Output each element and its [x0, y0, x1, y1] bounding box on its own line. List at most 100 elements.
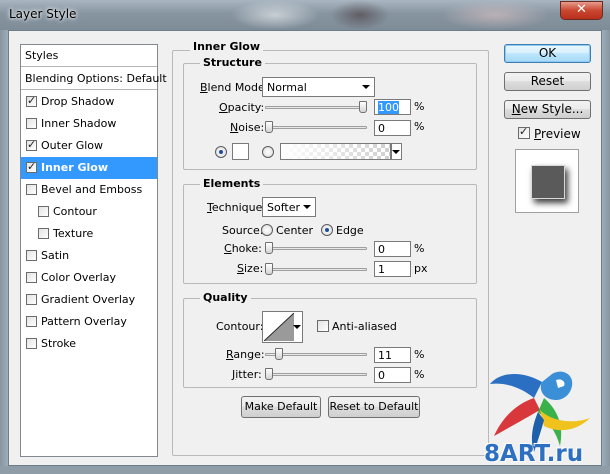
- style-item-label: Gradient Overlay: [41, 293, 136, 306]
- gradient-picker[interactable]: [280, 143, 391, 160]
- opacity-percent: %: [414, 100, 425, 113]
- size-slider-track[interactable]: [265, 268, 367, 271]
- elements-title: Elements: [200, 177, 264, 190]
- style-item-label: Texture: [53, 227, 94, 240]
- opacity-field[interactable]: 100: [374, 99, 411, 115]
- checkmark-icon: ✓: [27, 138, 37, 151]
- choke-slider-handle[interactable]: [265, 242, 273, 254]
- style-item-checkbox[interactable]: ✓: [26, 94, 37, 107]
- choke-field[interactable]: 0: [374, 241, 411, 257]
- style-item-gradient-overlay[interactable]: Gradient Overlay: [21, 289, 157, 311]
- styles-header-label: Styles: [25, 49, 59, 62]
- opacity-slider-handle[interactable]: [359, 101, 367, 113]
- anti-aliased-label[interactable]: Anti-aliased: [332, 320, 397, 333]
- reset-to-default-button[interactable]: Reset to Default: [328, 396, 420, 418]
- chevron-down-icon: [392, 150, 400, 154]
- reset-button[interactable]: Reset: [504, 72, 591, 91]
- style-item-stroke[interactable]: Stroke: [21, 333, 157, 355]
- range-slider-handle[interactable]: [275, 348, 284, 360]
- style-item-texture[interactable]: Texture: [21, 223, 157, 245]
- style-item-drop-shadow[interactable]: ✓ Drop Shadow: [21, 91, 157, 113]
- style-item-checkbox[interactable]: [26, 316, 37, 327]
- range-field[interactable]: 11: [374, 347, 411, 363]
- contour-label: Contour:: [216, 320, 264, 333]
- blend-mode-value: Normal: [267, 81, 307, 94]
- checkmark-icon: ✓: [27, 94, 37, 107]
- window-frame-left: [0, 30, 8, 474]
- style-item-inner-shadow[interactable]: Inner Shadow: [21, 113, 157, 135]
- solid-color-radio[interactable]: [215, 146, 227, 158]
- style-item-checkbox[interactable]: ✓: [26, 138, 37, 151]
- choke-slider-track[interactable]: [265, 247, 367, 250]
- style-item-label: Stroke: [41, 337, 77, 350]
- style-item-satin[interactable]: Satin: [21, 245, 157, 267]
- jitter-slider-handle[interactable]: [265, 368, 273, 380]
- new-style-button[interactable]: New Style...: [504, 100, 591, 119]
- size-slider-handle[interactable]: [265, 263, 273, 275]
- style-item-label: Color Overlay: [41, 271, 116, 284]
- size-px-unit: px: [414, 262, 428, 275]
- structure-title: Structure: [200, 56, 265, 69]
- close-button[interactable]: ✕: [560, 1, 603, 20]
- contour-linear-icon: [264, 313, 294, 341]
- ok-button[interactable]: OK: [504, 44, 591, 63]
- size-label: Size:: [237, 262, 264, 275]
- source-label: Source:: [222, 224, 264, 237]
- style-item-bevel-and-emboss[interactable]: Bevel and Emboss: [21, 179, 157, 201]
- source-center-radio[interactable]: [261, 224, 273, 236]
- style-item-checkbox[interactable]: [26, 184, 37, 195]
- jitter-slider-track[interactable]: [265, 373, 367, 376]
- watermark-text: 8ART.ru: [484, 441, 584, 467]
- blend-mode-select[interactable]: Normal: [262, 77, 375, 97]
- gradient-dropdown-button[interactable]: [391, 143, 402, 160]
- noise-label: Noise:: [230, 121, 265, 134]
- styles-list: Styles Blending Options: Default ✓ Drop S…: [20, 44, 167, 457]
- range-percent: %: [414, 348, 425, 361]
- style-item-checkbox[interactable]: [26, 294, 37, 305]
- source-edge-label[interactable]: Edge: [336, 224, 364, 237]
- noise-field[interactable]: 0: [374, 120, 411, 136]
- glow-color-swatch[interactable]: [232, 143, 249, 160]
- title-bar[interactable]: [0, 0, 610, 30]
- styles-header[interactable]: Styles: [21, 45, 157, 67]
- style-item-label: Contour: [53, 205, 97, 218]
- blending-options-item[interactable]: Blending Options: Default: [21, 68, 167, 90]
- style-item-label: Drop Shadow: [41, 95, 115, 108]
- chevron-down-icon: [362, 85, 370, 89]
- preview-checkbox[interactable]: ✓: [518, 125, 530, 139]
- source-edge-radio[interactable]: [321, 224, 333, 236]
- style-item-checkbox[interactable]: [26, 272, 37, 283]
- opacity-slider-track[interactable]: [265, 106, 367, 109]
- style-item-outer-glow[interactable]: ✓ Outer Glow: [21, 135, 157, 157]
- gradient-radio[interactable]: [262, 146, 274, 158]
- range-label: Range:: [226, 348, 265, 361]
- make-default-button[interactable]: Make Default: [241, 396, 321, 418]
- noise-slider-handle[interactable]: [265, 121, 273, 133]
- style-item-checkbox[interactable]: [26, 250, 37, 261]
- size-field[interactable]: 1: [374, 261, 411, 277]
- jitter-field[interactable]: 0: [374, 367, 411, 383]
- style-item-checkbox[interactable]: ✓: [26, 160, 37, 173]
- style-item-checkbox[interactable]: [26, 118, 37, 129]
- window-frame-right: [602, 30, 610, 474]
- style-item-checkbox[interactable]: [38, 206, 49, 217]
- jitter-percent: %: [414, 368, 425, 381]
- style-item-inner-glow[interactable]: ✓ Inner Glow: [21, 157, 157, 179]
- style-item-color-overlay[interactable]: Color Overlay: [21, 267, 157, 289]
- preview-label[interactable]: Preview: [534, 127, 581, 141]
- chevron-down-icon: [303, 205, 311, 209]
- style-item-label: Pattern Overlay: [41, 315, 127, 328]
- style-item-pattern-overlay[interactable]: Pattern Overlay: [21, 311, 157, 333]
- technique-value: Softer: [267, 201, 300, 214]
- style-item-checkbox[interactable]: [38, 228, 49, 239]
- source-center-label[interactable]: Center: [276, 224, 313, 237]
- anti-aliased-checkbox[interactable]: [317, 320, 329, 332]
- style-item-label: Satin: [41, 249, 70, 262]
- style-item-contour[interactable]: Contour: [21, 201, 157, 223]
- contour-picker[interactable]: [262, 311, 303, 343]
- quality-title: Quality: [200, 291, 251, 304]
- style-item-checkbox[interactable]: [26, 338, 37, 349]
- technique-select[interactable]: Softer: [262, 197, 316, 217]
- choke-percent: %: [414, 242, 425, 255]
- noise-slider-track[interactable]: [265, 126, 367, 129]
